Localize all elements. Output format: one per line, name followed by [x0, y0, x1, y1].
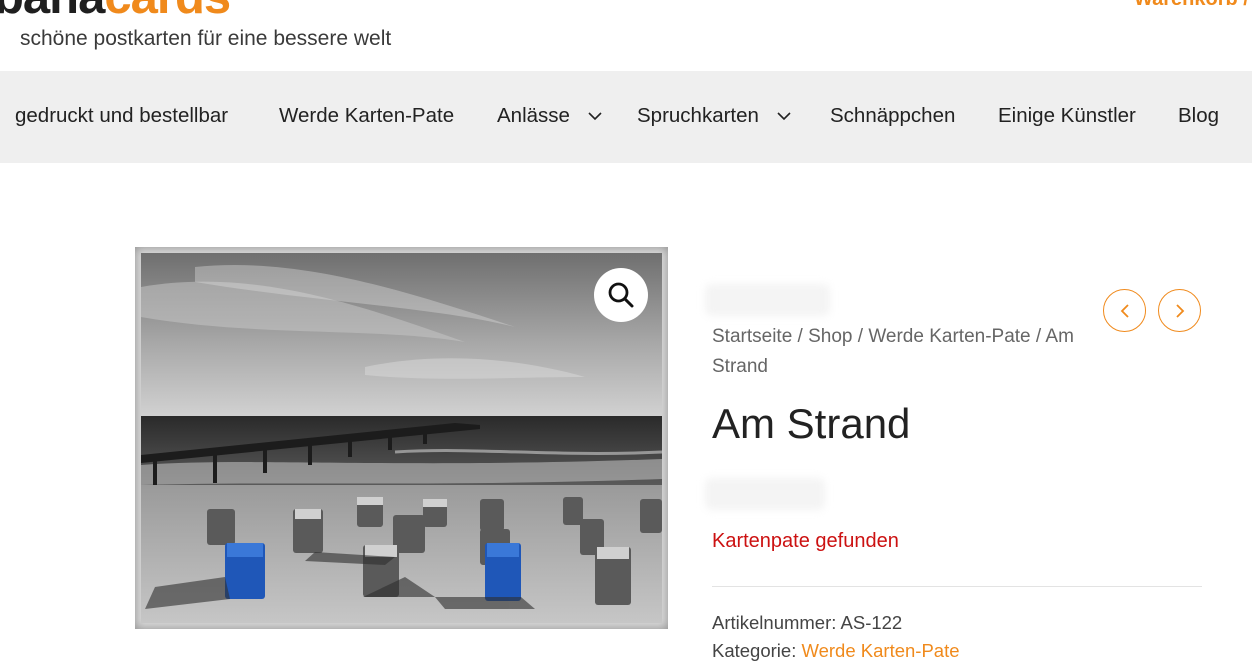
chevron-right-icon — [1175, 303, 1184, 318]
product-title: Am Strand — [712, 400, 911, 447]
category-label: Kategorie: — [712, 640, 797, 661]
stock-status: Kartenpate gefunden — [712, 530, 899, 552]
breadcrumb-separator: / — [852, 326, 869, 347]
search-icon — [608, 282, 634, 308]
nav-item-label: Anlässe — [497, 104, 570, 127]
breadcrumb-separator: / — [792, 326, 809, 347]
nav-item-label: gedruckt und bestellbar — [15, 104, 229, 127]
sku-value: AS-122 — [840, 612, 903, 633]
chevron-down-icon[interactable] — [588, 111, 602, 121]
logo-text-part2: cards — [104, 0, 231, 24]
nav-item-label: Spruchkarten — [637, 104, 759, 127]
logo-text-part1: bana — [0, 0, 105, 24]
nav-item-schnaeppchen[interactable]: Schnäppchen — [830, 104, 956, 127]
breadcrumb-separator: / — [1030, 326, 1046, 347]
category-link[interactable]: Werde Karten-Pate — [801, 640, 959, 661]
divider — [712, 586, 1202, 587]
nav-item-label: Schnäppchen — [830, 104, 956, 127]
nav-item-label: Werde Karten-Pate — [279, 104, 455, 127]
previous-product-button[interactable] — [1103, 289, 1146, 332]
nav-item-label: Blog — [1178, 104, 1220, 127]
breadcrumb: Startseite / Shop / Werde Karten-Pate / … — [712, 322, 1092, 382]
main-navigation: gedruckt und bestellbar Werde Karten-Pat… — [0, 71, 1252, 163]
nav-item-spruchkarten[interactable]: Spruchkarten — [637, 104, 791, 127]
breadcrumb-link-shop[interactable]: Shop — [808, 326, 852, 347]
next-product-button[interactable] — [1158, 289, 1201, 332]
blurred-area — [705, 284, 830, 316]
nav-item-anlaesse[interactable]: Anlässe — [497, 104, 602, 127]
zoom-button[interactable] — [594, 268, 648, 322]
site-logo[interactable]: banacards — [0, 0, 231, 24]
chevron-left-icon — [1120, 303, 1129, 318]
breadcrumb-link-startseite[interactable]: Startseite — [712, 326, 792, 347]
nav-item-gedruckt-und-bestellbar[interactable]: gedruckt und bestellbar — [15, 104, 229, 127]
beach-photo — [141, 253, 663, 623]
nav-item-label: Einige Künstler — [998, 104, 1136, 127]
product-sku: Artikelnummer: AS-122 — [712, 612, 902, 634]
nav-item-blog[interactable]: Blog — [1178, 104, 1220, 127]
nav-item-einige-kuenstler[interactable]: Einige Künstler — [998, 104, 1136, 127]
site-tagline: schöne postkarten für eine bessere welt — [20, 27, 392, 50]
sku-label: Artikelnummer: — [712, 612, 837, 633]
product-image[interactable] — [135, 247, 668, 629]
blurred-area — [705, 478, 825, 510]
breadcrumb-link-werde-karten-pate[interactable]: Werde Karten-Pate — [868, 326, 1030, 347]
cart-link[interactable]: Warenkorb / — [1134, 0, 1249, 11]
chevron-down-icon[interactable] — [777, 111, 791, 121]
nav-item-werde-karten-pate[interactable]: Werde Karten-Pate — [279, 104, 455, 127]
